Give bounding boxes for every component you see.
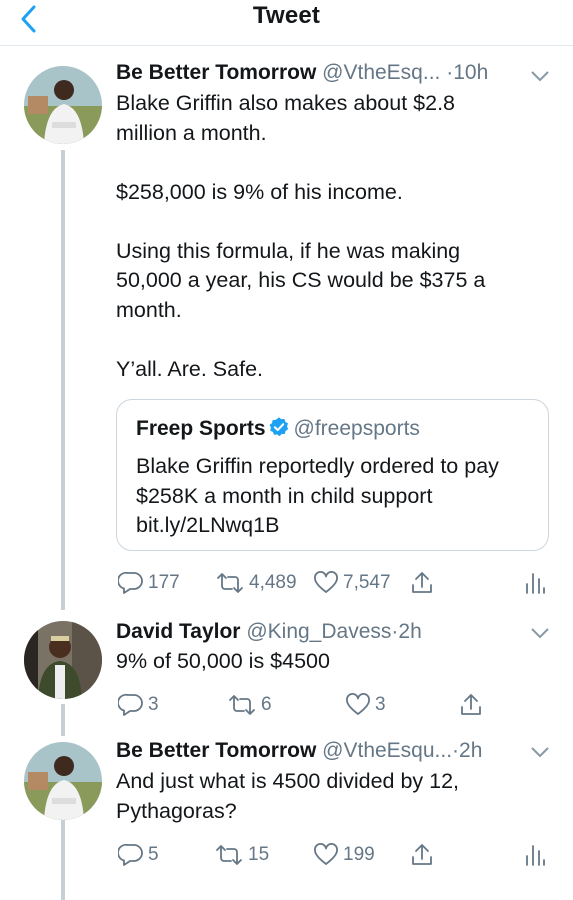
reply-button[interactable]: 177: [118, 570, 180, 596]
share-icon: [461, 694, 481, 715]
reply-icon: [118, 843, 143, 866]
author-handle[interactable]: @VtheEsq...: [322, 61, 440, 84]
quoted-author-handle: @freepsports: [293, 417, 420, 440]
retweet-icon: [217, 573, 243, 593]
quoted-tweet-text: Blake Griffin reportedly ordered to pay …: [136, 454, 499, 537]
share-button[interactable]: [410, 842, 434, 868]
quoted-author-name: Freep Sports: [136, 417, 266, 440]
tweet-text: And just what is 4500 divided by 12, Pyt…: [116, 769, 460, 823]
author-handle[interactable]: @King_Davess: [246, 620, 391, 643]
tweet-text: Blake Griffin also makes about $2.8 mill…: [116, 91, 486, 381]
tweet-header: David Taylor @King_Davess·2h: [116, 619, 422, 645]
like-count: 7,547: [343, 572, 391, 593]
tweet-header: Be Better Tomorrow @VtheEsqu...·2h: [116, 738, 482, 764]
top-bar: Tweet: [0, 0, 573, 46]
author-handle[interactable]: @VtheEsqu...: [322, 739, 452, 762]
thread-connector: [61, 704, 65, 736]
like-icon: [346, 693, 370, 715]
like-button[interactable]: 7,547: [313, 570, 391, 596]
timestamp[interactable]: 10h: [453, 61, 488, 84]
analytics-button[interactable]: [524, 570, 546, 596]
page-title: Tweet: [252, 2, 321, 29]
retweet-button[interactable]: 6: [227, 692, 272, 718]
separator-dot: ·: [452, 739, 460, 762]
like-count: 199: [343, 844, 375, 865]
avatar[interactable]: [24, 66, 102, 144]
thread-connector: [61, 150, 65, 610]
analytics-icon: [526, 573, 545, 594]
avatar[interactable]: [24, 742, 102, 820]
timestamp[interactable]: 2h: [459, 739, 482, 762]
analytics-icon: [526, 845, 545, 866]
retweet-count: 4,489: [249, 572, 297, 593]
reply-icon: [118, 571, 143, 594]
verified-icon: [269, 417, 288, 437]
retweet-button[interactable]: 4,489: [215, 570, 297, 596]
reply-button[interactable]: 5: [118, 842, 159, 868]
author-name[interactable]: Be Better Tomorrow: [116, 739, 316, 762]
retweet-count: 6: [261, 694, 272, 715]
reply-count: 5: [148, 844, 159, 865]
quoted-tweet[interactable]: Freep Sports @freepsports Blake Griffin …: [116, 399, 549, 551]
tweet-text: 9% of 50,000 is $4500: [116, 649, 330, 673]
retweet-button[interactable]: 15: [214, 842, 269, 868]
share-button[interactable]: [410, 570, 434, 596]
like-icon: [314, 843, 338, 865]
tweet-header: Be Better Tomorrow @VtheEsq... ·10h: [116, 60, 488, 86]
retweet-count: 15: [248, 844, 270, 865]
reply-count: 177: [148, 572, 180, 593]
reply-button[interactable]: 3: [118, 692, 159, 718]
like-button[interactable]: 3: [345, 692, 386, 718]
avatar[interactable]: [24, 621, 102, 699]
share-icon: [412, 572, 432, 593]
chevron-down-icon[interactable]: [530, 746, 550, 758]
reply-count: 3: [148, 694, 159, 715]
reply-icon: [118, 693, 143, 716]
quoted-tweet-header: Freep Sports @freepsports: [136, 416, 420, 442]
analytics-button[interactable]: [524, 842, 546, 868]
like-button[interactable]: 199: [313, 842, 375, 868]
author-name[interactable]: Be Better Tomorrow: [116, 61, 316, 84]
share-button[interactable]: [459, 692, 483, 718]
retweet-icon: [216, 845, 242, 865]
share-icon: [412, 844, 432, 865]
like-count: 3: [375, 694, 386, 715]
thread-connector: [61, 820, 65, 900]
retweet-icon: [229, 695, 255, 715]
author-name[interactable]: David Taylor: [116, 620, 240, 643]
timestamp[interactable]: 2h: [398, 620, 421, 643]
like-icon: [314, 571, 338, 593]
chevron-down-icon[interactable]: [530, 70, 550, 82]
chevron-down-icon[interactable]: [530, 627, 550, 639]
